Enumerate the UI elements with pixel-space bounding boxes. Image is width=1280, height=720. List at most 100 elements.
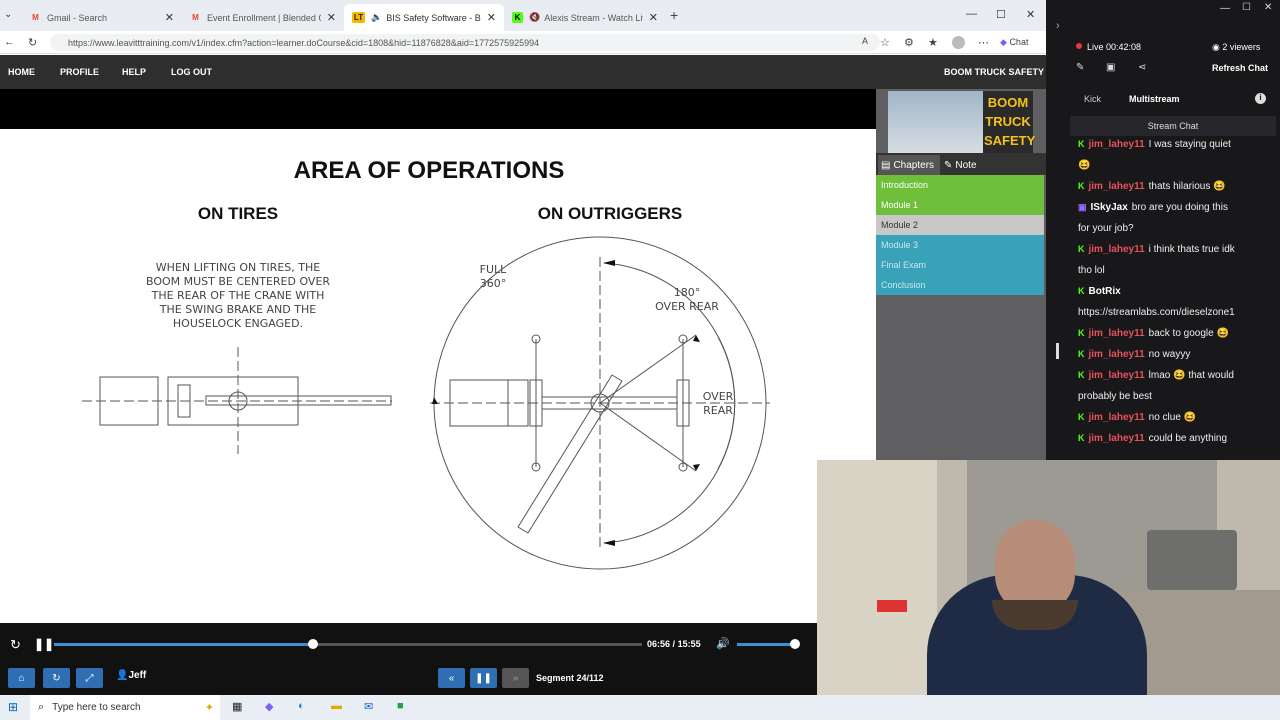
tab-chapters[interactable]: ▤ Chapters [878, 155, 940, 175]
chat-scrollbar[interactable] [1056, 343, 1059, 359]
chapter-item[interactable]: Final Exam [876, 255, 1044, 275]
edge-icon[interactable]: ◐ [298, 700, 305, 712]
platform-badge-icon: K [1078, 412, 1085, 422]
camera-icon[interactable]: ▣ [1106, 62, 1115, 73]
chat-username[interactable]: ISkyJax [1091, 202, 1128, 213]
mail-icon[interactable]: ✉ [364, 700, 373, 713]
tab-title: Event Enrollment | Blended Online [207, 12, 321, 23]
share-icon[interactable]: ⋖ [1138, 62, 1146, 73]
tab-multistream[interactable]: Multistream [1129, 94, 1180, 104]
fullscreen-button[interactable]: ⤢ [76, 668, 103, 688]
chat-message: Kjim_lahey11 I was staying quiet [1078, 134, 1274, 155]
tab-enrollment[interactable]: M Event Enrollment | Blended Online ✕ [182, 4, 344, 31]
tab-list-icon[interactable]: ⌄ [4, 9, 12, 20]
tab-alexis-stream[interactable]: K 🔇 Alexis Stream - Watch Live on ✕ [504, 4, 666, 31]
stream-app-icon[interactable]: ■ [397, 700, 404, 712]
task-view-icon[interactable]: ▦ [232, 700, 242, 713]
profile-avatar[interactable] [952, 36, 965, 49]
total-time: 15:55 [677, 639, 701, 649]
close-icon[interactable]: ✕ [1264, 2, 1272, 13]
nav-help[interactable]: HELP [122, 67, 146, 77]
chapter-item[interactable]: Module 3 [876, 235, 1044, 255]
previous-button[interactable]: « [438, 668, 465, 688]
maximize-icon[interactable]: ☐ [1242, 2, 1251, 13]
volume-track[interactable] [737, 639, 800, 649]
progress-handle[interactable] [307, 639, 318, 649]
read-aloud-icon[interactable]: A [862, 36, 868, 46]
close-window-icon[interactable]: ✕ [1026, 8, 1035, 21]
chapter-item[interactable]: Conclusion [876, 275, 1044, 295]
speaker-icon[interactable]: 🔈 [371, 12, 382, 23]
volume-icon[interactable]: 🔊 [716, 637, 730, 650]
minimize-icon[interactable]: — [1220, 3, 1230, 14]
url-field[interactable]: https://www.leavitttraining.com/v1/index… [50, 34, 880, 51]
chapter-item[interactable]: Module 1 [876, 195, 1044, 215]
taskbar-search[interactable]: ⌕ Type here to search ✦ [30, 695, 220, 720]
refresh-icon[interactable]: ↻ [28, 36, 37, 49]
copilot-button[interactable]: ◆ Chat [1000, 37, 1028, 48]
pause-icon[interactable]: ❚❚ [34, 637, 54, 651]
chat-message: Kjim_lahey11 lmao 😆 that would [1078, 365, 1274, 386]
more-icon[interactable]: ⋯ [978, 36, 989, 49]
edit-icon[interactable]: ✎ [1076, 62, 1084, 73]
note-icon: ✎ [944, 159, 953, 171]
tab-kick[interactable]: Kick [1084, 94, 1101, 104]
chat-username[interactable]: jim_lahey11 [1089, 412, 1145, 423]
chat-username[interactable]: jim_lahey11 [1089, 244, 1145, 255]
chapter-item[interactable]: Introduction [876, 175, 1044, 195]
chat-message: Kjim_lahey11 back to google 😆 [1078, 323, 1274, 344]
nav-home[interactable]: HOME [8, 67, 35, 77]
platform-badge-icon: K [1078, 286, 1085, 296]
back-icon[interactable]: ← [4, 36, 15, 48]
stream-chat-panel: › — ☐ ✕ Live 00:42:08 ◉ 2 viewers ✎ ▣ ⋖ … [1046, 0, 1280, 460]
chat-username[interactable]: jim_lahey11 [1089, 139, 1145, 150]
tab-bis-safety[interactable]: LT 🔈 BIS Safety Software - Boom Tr ✕ [344, 4, 504, 31]
search-icon: ⌕ [38, 701, 45, 713]
crane-diagram [82, 236, 770, 570]
tab-note[interactable]: ✎ Note [944, 155, 977, 175]
mute-icon[interactable]: 🔇 [529, 12, 540, 23]
chat-username[interactable]: jim_lahey11 [1089, 349, 1145, 360]
restart-button[interactable]: ↻ [43, 668, 70, 688]
close-icon[interactable]: ✕ [487, 11, 496, 24]
nav-profile[interactable]: PROFILE [60, 67, 99, 77]
refresh-chat-button[interactable]: Refresh Chat [1212, 63, 1268, 73]
chapter-item[interactable]: Module 2 [876, 215, 1044, 235]
replay-icon[interactable]: ↻ [10, 637, 21, 653]
new-tab-icon[interactable]: + [670, 7, 678, 23]
favorites-bar-icon[interactable]: ★ [928, 36, 938, 49]
close-icon[interactable]: ✕ [165, 11, 174, 24]
chat-text: back to google 😆 [1148, 328, 1229, 339]
chat-username[interactable]: BotRix [1089, 286, 1121, 297]
copilot-label: Chat [1009, 37, 1029, 47]
nav-logout[interactable]: LOG OUT [171, 67, 212, 77]
expand-icon[interactable]: › [1056, 20, 1060, 32]
copilot-icon[interactable]: ◆ [265, 700, 273, 713]
pause-button[interactable]: ❚❚ [470, 668, 497, 688]
minimize-icon[interactable]: — [966, 8, 977, 20]
platform-badge-icon: K [1078, 370, 1085, 380]
book-icon: ▤ [881, 159, 891, 171]
chat-username[interactable]: jim_lahey11 [1089, 328, 1145, 339]
chat-username[interactable]: jim_lahey11 [1089, 433, 1145, 444]
volume-handle[interactable] [790, 639, 800, 649]
close-icon[interactable]: ✕ [327, 11, 336, 24]
home-button[interactable]: ⌂ [8, 668, 35, 688]
progress-track[interactable] [54, 639, 642, 649]
video-top-bar [0, 89, 876, 129]
extensions-icon[interactable]: ⚙ [904, 36, 914, 49]
tab-gmail[interactable]: M Gmail - Search ✕ [22, 4, 182, 31]
file-explorer-icon[interactable]: ▬ [331, 700, 342, 712]
maximize-icon[interactable]: ☐ [996, 8, 1006, 21]
info-icon[interactable]: i [1255, 93, 1266, 104]
chat-username[interactable]: jim_lahey11 [1089, 181, 1145, 192]
progress-fill [54, 643, 313, 646]
chat-username[interactable]: jim_lahey11 [1089, 370, 1145, 381]
windows-start-icon[interactable]: ⊞ [8, 700, 18, 714]
platform-badge-icon: K [1078, 244, 1085, 254]
close-icon[interactable]: ✕ [649, 11, 658, 24]
platform-badge-icon: K [1078, 181, 1085, 191]
chat-message: ▣ ISkyJax bro are you doing this [1078, 197, 1274, 218]
favorite-icon[interactable]: ☆ [880, 36, 890, 49]
next-button[interactable]: » [502, 668, 529, 688]
